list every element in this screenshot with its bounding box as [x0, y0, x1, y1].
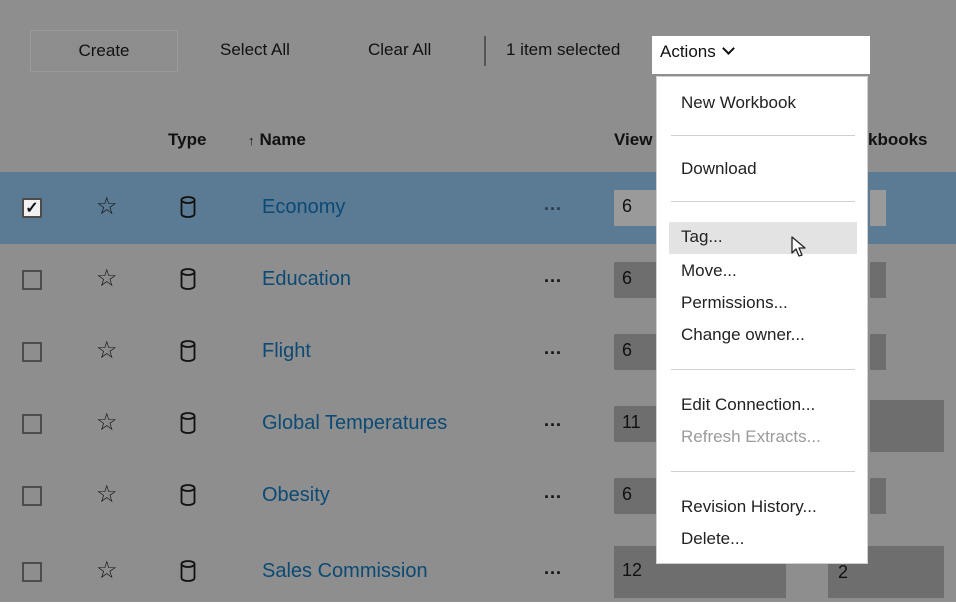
mouse-cursor-icon [791, 236, 806, 257]
data-source-icon [180, 484, 196, 506]
views-count: 11 [622, 412, 641, 432]
menu-item-change-owner[interactable]: Change owner... [681, 325, 805, 345]
views-count: 6 [622, 196, 633, 216]
views-count: 6 [622, 340, 633, 360]
data-source-icon [180, 268, 196, 290]
row-checkbox[interactable] [22, 414, 42, 434]
row-checkbox[interactable] [22, 342, 42, 362]
menu-item-tag[interactable]: Tag... [681, 227, 723, 247]
views-count: 6 [622, 484, 633, 504]
more-actions-button[interactable]: ... [544, 410, 562, 431]
row-checkbox[interactable] [22, 562, 42, 582]
data-source-icon [180, 560, 196, 582]
menu-item-delete[interactable]: Delete... [681, 529, 744, 549]
data-source-icon [180, 196, 196, 218]
workbooks-cell [870, 190, 886, 226]
star-icon[interactable]: ☆ [96, 264, 118, 293]
star-icon[interactable]: ☆ [96, 336, 118, 365]
row-name-link[interactable]: Obesity [262, 484, 330, 507]
actions-menu: New Workbook Download Tag... Move... Per… [656, 76, 868, 564]
column-header-name[interactable]: ↑ Name [248, 130, 306, 150]
column-header-views[interactable]: View [614, 130, 652, 150]
workbooks-cell [870, 400, 944, 452]
create-button[interactable]: Create [30, 30, 178, 72]
actions-dropdown-button[interactable]: Actions [652, 36, 870, 74]
toolbar-divider [484, 36, 486, 66]
star-icon[interactable]: ☆ [96, 192, 118, 221]
more-actions-button[interactable]: ... [544, 266, 562, 287]
row-name-link[interactable]: Education [262, 268, 351, 291]
column-header-workbooks[interactable]: kbooks [868, 130, 928, 150]
row-checkbox[interactable] [22, 270, 42, 290]
data-source-icon [180, 340, 196, 362]
row-name-link[interactable]: Global Temperatures [262, 412, 447, 435]
row-name-link[interactable]: Flight [262, 340, 311, 363]
views-cell [614, 262, 656, 298]
views-count: 12 [622, 560, 643, 580]
actions-label: Actions [660, 42, 716, 61]
views-cell [614, 190, 656, 226]
workbooks-cell [870, 262, 886, 298]
column-header-type[interactable]: Type [168, 130, 206, 150]
star-icon[interactable]: ☆ [96, 408, 118, 437]
row-checkbox[interactable]: ✓ [22, 198, 42, 218]
star-icon[interactable]: ☆ [96, 556, 118, 585]
menu-item-permissions[interactable]: Permissions... [681, 293, 788, 313]
menu-divider [671, 201, 855, 202]
menu-divider [671, 471, 855, 472]
menu-item-revision-history[interactable]: Revision History... [681, 497, 817, 517]
workbooks-count: 2 [838, 562, 849, 582]
menu-divider [671, 369, 855, 370]
menu-divider [671, 135, 855, 136]
row-name-link[interactable]: Sales Commission [262, 560, 428, 583]
select-all-button[interactable]: Select All [220, 40, 290, 60]
menu-item-download[interactable]: Download [681, 159, 757, 179]
views-cell [614, 334, 656, 370]
views-count: 6 [622, 268, 633, 288]
data-source-icon [180, 412, 196, 434]
more-actions-button[interactable]: ... [544, 338, 562, 359]
menu-item-new-workbook[interactable]: New Workbook [681, 93, 796, 113]
row-name-link[interactable]: Economy [262, 196, 345, 219]
views-cell [614, 478, 656, 514]
row-checkbox[interactable] [22, 486, 42, 506]
star-icon[interactable]: ☆ [96, 480, 118, 509]
more-actions-button[interactable]: ... [544, 194, 562, 215]
sort-ascending-icon: ↑ [248, 133, 255, 148]
menu-item-edit-connection[interactable]: Edit Connection... [681, 395, 815, 415]
column-header-name-label: Name [259, 130, 306, 149]
clear-all-button[interactable]: Clear All [368, 40, 431, 60]
chevron-down-icon [721, 42, 735, 55]
menu-item-refresh-extracts: Refresh Extracts... [681, 427, 821, 446]
more-actions-button[interactable]: ... [544, 482, 562, 503]
workbooks-cell [870, 478, 886, 514]
more-actions-button[interactable]: ... [544, 558, 562, 579]
workbooks-cell [870, 334, 886, 370]
selection-status: 1 item selected [506, 40, 621, 59]
page: Create Select All Clear All 1 item selec… [0, 0, 956, 602]
menu-item-move[interactable]: Move... [681, 261, 737, 281]
